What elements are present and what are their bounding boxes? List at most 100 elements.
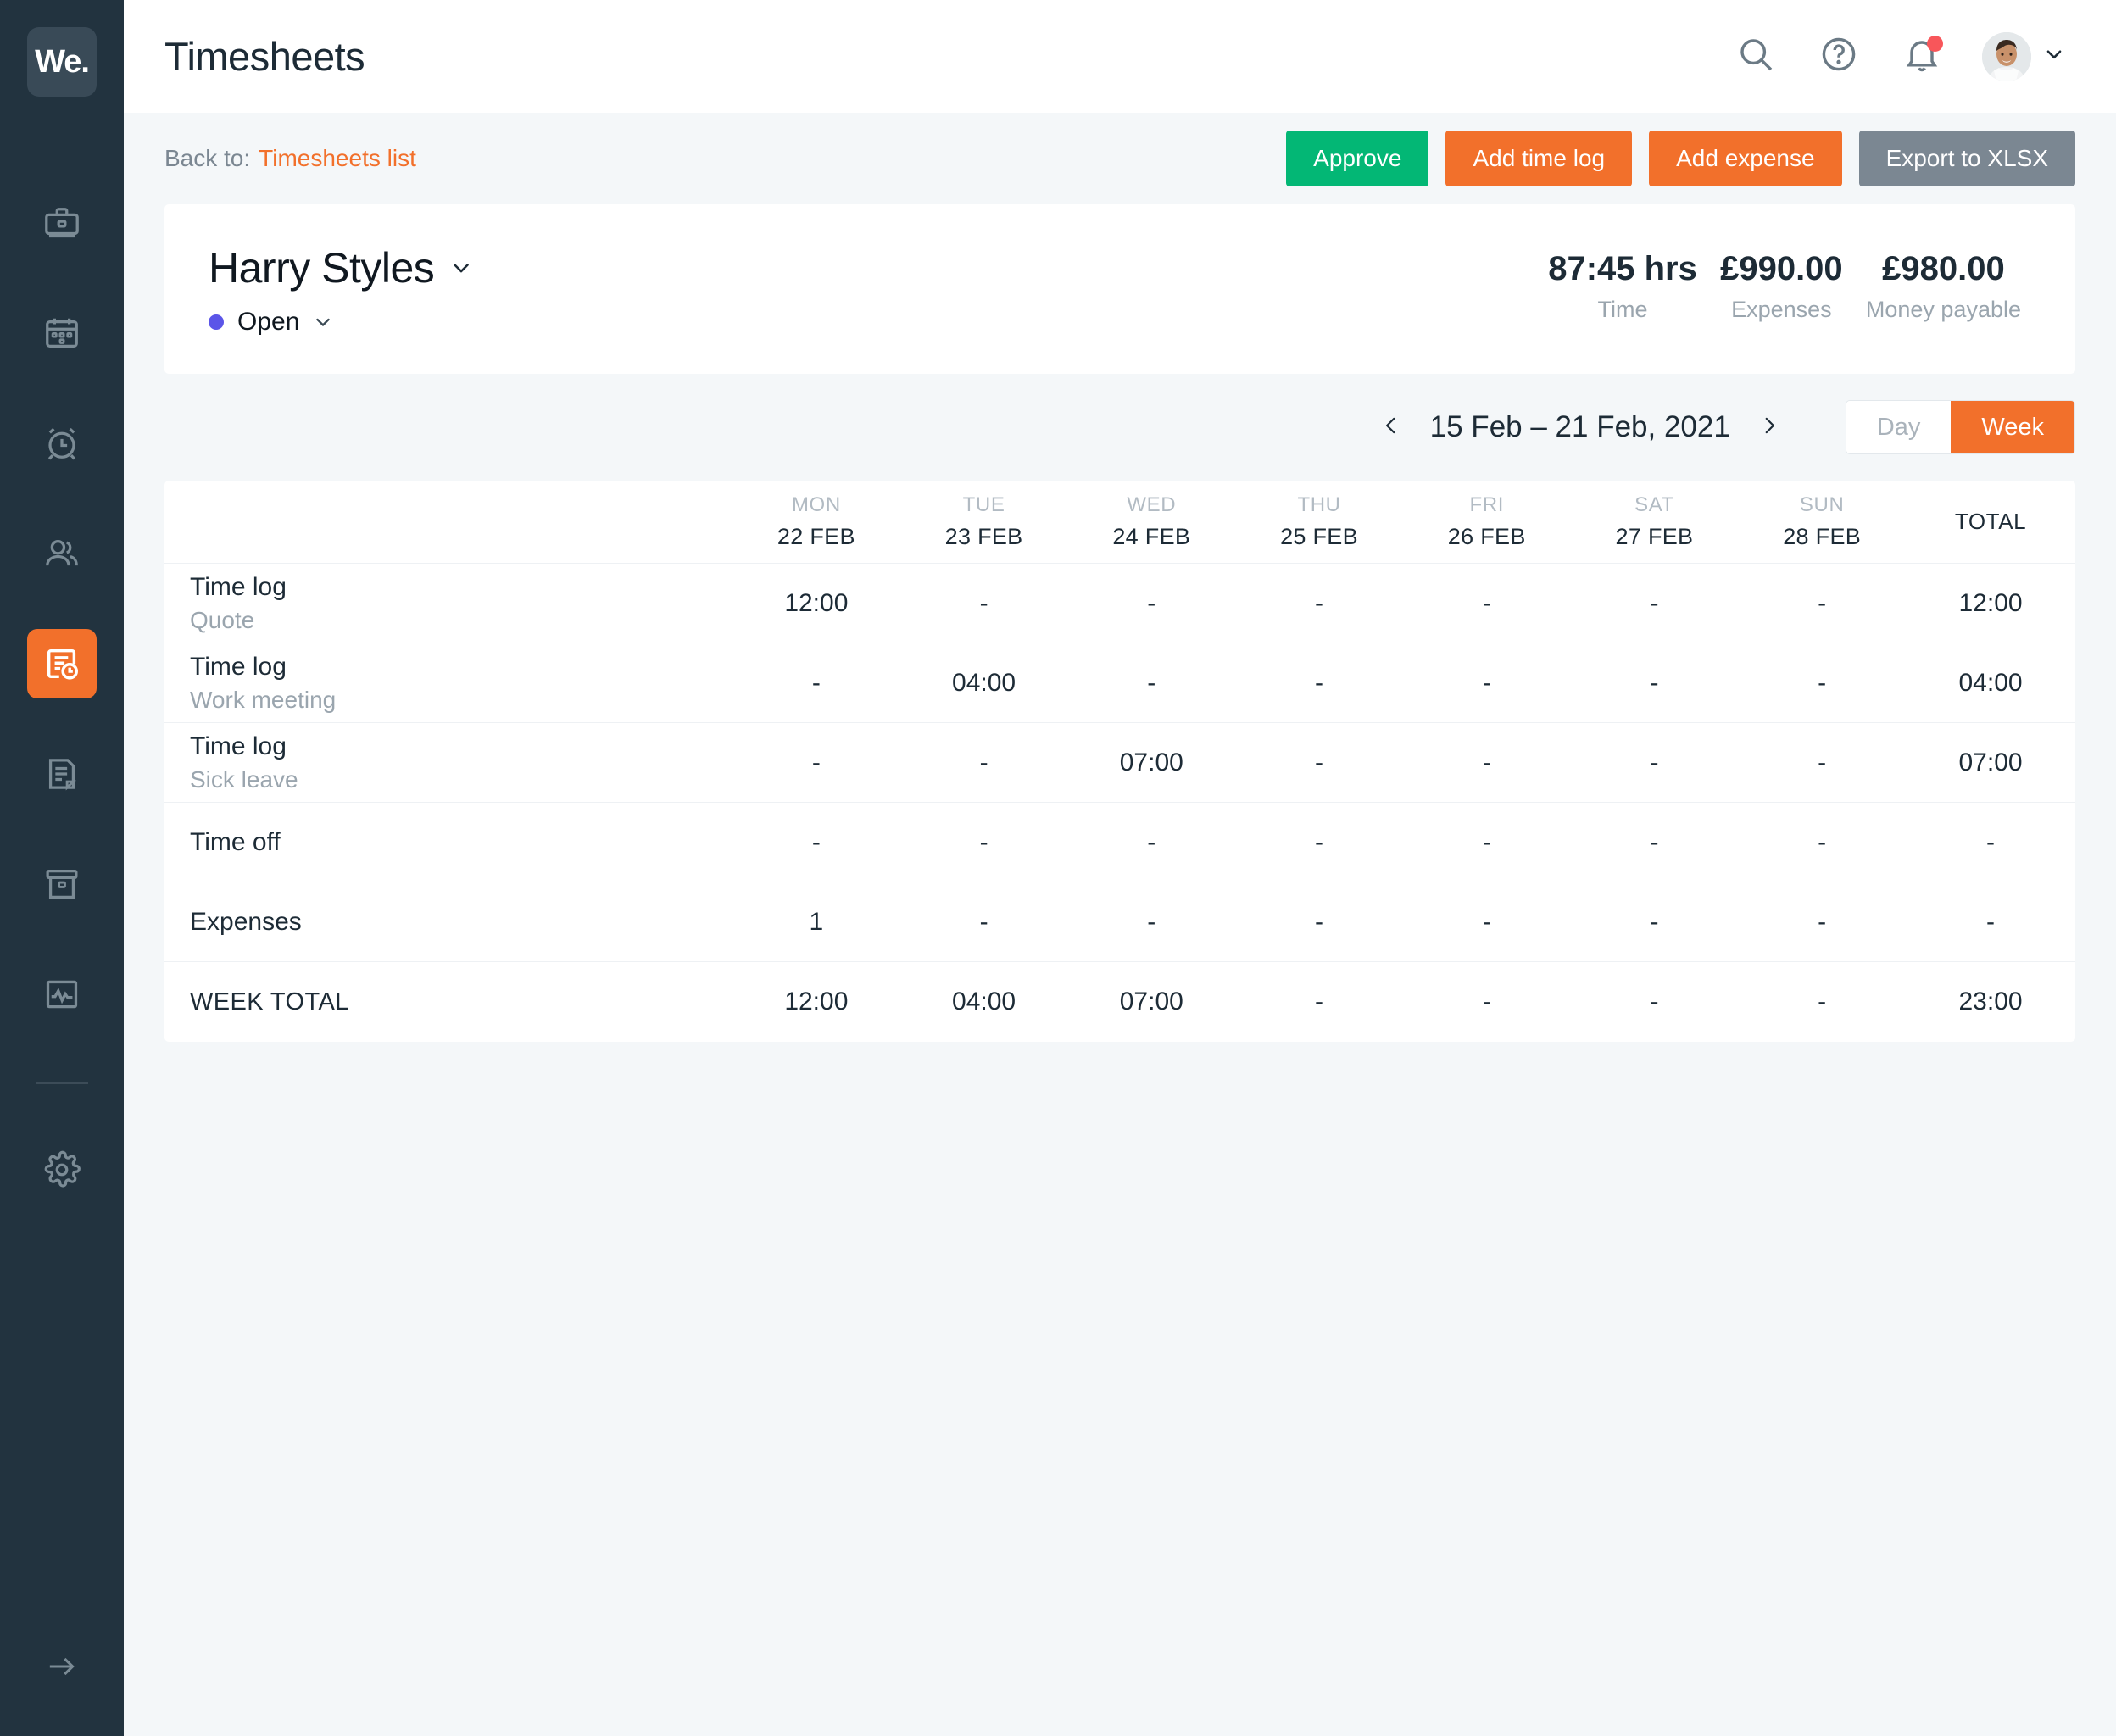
user-menu[interactable] xyxy=(1982,31,2065,81)
add-time-log-button[interactable]: Add time log xyxy=(1445,131,1633,186)
briefcase-icon xyxy=(42,203,81,242)
sidebar-item-calendar[interactable] xyxy=(27,298,97,368)
notification-badge xyxy=(1927,35,1943,52)
cell-thu: - xyxy=(1315,907,1324,936)
timesheets-list-link[interactable]: Timesheets list xyxy=(259,145,416,171)
date-navigation: 15 Feb – 21 Feb, 2021 Day Week xyxy=(1374,400,2075,454)
cell-sat: - xyxy=(1650,907,1659,936)
cell-fri: - xyxy=(1482,588,1491,617)
cell-thu: - xyxy=(1315,988,1324,1015)
column-header-tue: TUE 23 FEB xyxy=(900,481,1068,563)
cell-wed: - xyxy=(1147,827,1156,856)
sidebar-divider xyxy=(36,1082,88,1084)
status-badge: Open xyxy=(237,308,300,336)
cell-wed: - xyxy=(1147,588,1156,617)
cell-sat: - xyxy=(1650,827,1659,856)
column-day: THU xyxy=(1297,493,1341,516)
search-button[interactable] xyxy=(1733,34,1779,80)
view-mode-day[interactable]: Day xyxy=(1846,401,1952,453)
back-to-label: Back to: xyxy=(164,145,251,171)
previous-week-button[interactable] xyxy=(1374,407,1408,448)
next-week-button[interactable] xyxy=(1752,407,1786,448)
table-row[interactable]: Expenses 1 - - - - - - - xyxy=(164,882,2075,962)
cell-sun: - xyxy=(1818,988,1827,1015)
cell-wed: - xyxy=(1147,668,1156,697)
column-header-sun: SUN 28 FEB xyxy=(1738,481,1906,563)
row-subtitle: Sick leave xyxy=(190,765,298,793)
row-title: Time log xyxy=(190,732,287,760)
stat-time: 87:45 hrs Time xyxy=(1538,250,1707,323)
stat-label: Expenses xyxy=(1731,297,1832,322)
cell-thu: - xyxy=(1315,748,1324,776)
employee-block: Harry Styles Open xyxy=(209,243,473,337)
sidebar-item-reports[interactable] xyxy=(27,960,97,1029)
table-row[interactable]: Time log Work meeting - 04:00 - - - - - … xyxy=(164,643,2075,723)
export-to-xlsx-button[interactable]: Export to XLSX xyxy=(1858,131,2075,186)
sidebar-collapse-button[interactable] xyxy=(31,1644,92,1692)
sidebar-item-people[interactable] xyxy=(27,519,97,588)
help-button[interactable] xyxy=(1816,34,1862,80)
action-buttons: Approve Add time log Add expense Export … xyxy=(1286,131,2075,186)
row-title: Expenses xyxy=(190,907,302,936)
search-icon xyxy=(1735,34,1776,79)
employee-selector[interactable]: Harry Styles xyxy=(209,243,473,292)
top-bar: Timesheets xyxy=(124,0,2116,113)
chevron-down-icon xyxy=(449,256,473,280)
column-header-mon: MON 22 FEB xyxy=(732,481,900,563)
cell-sun: - xyxy=(1818,748,1827,776)
status-dot-icon xyxy=(209,314,224,330)
table-row[interactable]: Time log Sick leave - - 07:00 - - - - 07… xyxy=(164,723,2075,803)
chevron-down-icon xyxy=(2043,43,2065,70)
cell-sun: - xyxy=(1818,668,1827,697)
cell-mon: - xyxy=(811,668,821,697)
employee-name: Harry Styles xyxy=(209,244,435,292)
column-header-thu: THU 25 FEB xyxy=(1235,481,1403,563)
timesheet-icon xyxy=(42,644,81,683)
sidebar-item-time-tracking[interactable] xyxy=(27,409,97,478)
stat-value: £980.00 xyxy=(1882,250,2005,287)
cell-sun: - xyxy=(1818,907,1827,936)
view-mode-week[interactable]: Week xyxy=(1951,401,2074,453)
stat-value: £990.00 xyxy=(1720,250,1843,287)
cell-wed: 07:00 xyxy=(1119,748,1183,776)
sidebar-item-settings[interactable] xyxy=(27,1135,97,1205)
alarm-clock-icon xyxy=(42,424,81,463)
column-date: 24 FEB xyxy=(1112,524,1191,549)
app-logo[interactable]: We. xyxy=(27,27,97,97)
column-total-label: TOTAL xyxy=(1954,509,2027,534)
column-day: WED xyxy=(1127,493,1177,516)
status-selector[interactable]: Open xyxy=(209,308,473,337)
column-day: SUN xyxy=(1799,493,1845,516)
table-header-row: MON 22 FEB TUE 23 FEB WED 24 FEB THU 25 … xyxy=(164,481,2075,564)
cell-thu: - xyxy=(1315,827,1324,856)
notifications-button[interactable] xyxy=(1899,34,1945,80)
column-date: 27 FEB xyxy=(1615,524,1694,549)
column-day: FRI xyxy=(1469,493,1504,516)
stat-expenses: £990.00 Expenses xyxy=(1707,250,1856,323)
sidebar-nav xyxy=(27,188,97,1245)
row-label: Time log Work meeting xyxy=(164,643,732,722)
column-day: SAT xyxy=(1634,493,1674,516)
sidebar-item-documents[interactable] xyxy=(27,739,97,809)
table-row[interactable]: Time off - - - - - - - - xyxy=(164,803,2075,882)
sidebar-item-archive[interactable] xyxy=(27,849,97,919)
column-date: 26 FEB xyxy=(1447,524,1526,549)
cell-sat: - xyxy=(1650,668,1659,697)
add-expense-button[interactable]: Add expense xyxy=(1649,131,1842,186)
page-title: Timesheets xyxy=(164,34,365,79)
approve-button[interactable]: Approve xyxy=(1286,131,1429,186)
week-total-label: WEEK TOTAL xyxy=(190,988,349,1015)
row-label: WEEK TOTAL xyxy=(164,962,732,1042)
sidebar-item-timesheets[interactable] xyxy=(27,629,97,698)
table-row[interactable]: Time log Quote 12:00 - - - - - - 12:00 xyxy=(164,564,2075,643)
sidebar-item-projects[interactable] xyxy=(27,188,97,258)
cell-mon: 1 xyxy=(809,907,824,936)
cell-sat: - xyxy=(1650,588,1659,617)
archive-box-icon xyxy=(42,865,81,904)
row-subtitle: Quote xyxy=(190,606,255,633)
row-label: Time log Quote xyxy=(164,564,732,643)
cell-mon: - xyxy=(811,827,821,856)
avatar xyxy=(1982,31,2031,81)
cell-tue: - xyxy=(979,748,988,776)
cell-fri: - xyxy=(1482,988,1491,1015)
